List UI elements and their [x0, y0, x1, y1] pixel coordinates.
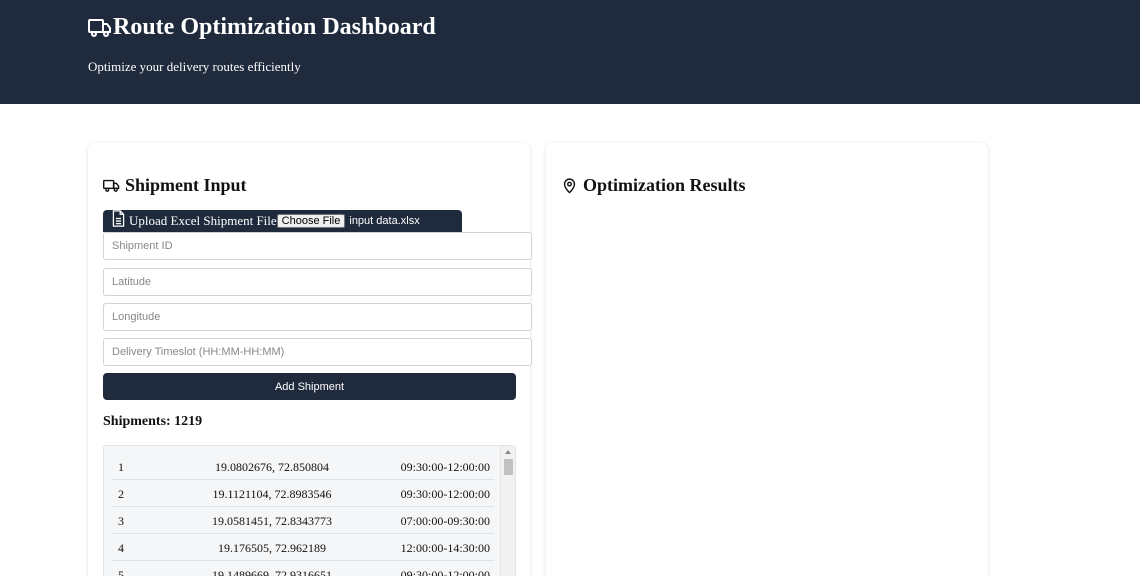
list-item: 2 19.1121104, 72.8983546 09:30:00-12:00:…: [112, 480, 494, 507]
shipment-coords: 19.1489669, 72.9316651: [212, 568, 332, 576]
shipment-id: 2: [118, 487, 124, 501]
choose-file-button[interactable]: Choose File: [276, 214, 346, 228]
map-pin-icon: [563, 178, 576, 194]
selected-file-name: input data.xlsx: [349, 215, 420, 227]
shipment-coords: 19.0802676, 72.850804: [215, 460, 329, 474]
optimization-results-title: Optimization Results: [583, 175, 746, 195]
page-title-text: Route Optimization Dashboard: [113, 14, 436, 40]
latitude-input[interactable]: Latitude: [103, 268, 532, 296]
longitude-input[interactable]: Longitude: [103, 303, 532, 331]
upload-label: Upload Excel Shipment File: [129, 213, 277, 228]
excel-upload[interactable]: Upload Excel Shipment File Choose File i…: [103, 209, 462, 232]
optimization-results-card: [546, 143, 988, 576]
shipment-input-heading: Shipment Input: [103, 175, 247, 196]
add-shipment-button[interactable]: Add Shipment: [103, 373, 516, 400]
shipments-count: Shipments: 1219: [103, 414, 203, 429]
scroll-thumb[interactable]: [504, 459, 513, 475]
list-item: 3 19.0581451, 72.8343773 07:00:00-09:30:…: [112, 507, 494, 534]
shipment-id: 1: [118, 460, 124, 474]
shipment-timeslot: 09:30:00-12:00:00: [400, 460, 490, 474]
shipment-input-title: Shipment Input: [125, 175, 247, 195]
spreadsheet-file-icon: [112, 209, 125, 227]
page-title: Route Optimization Dashboard: [88, 14, 436, 41]
shipment-timeslot: 07:00:00-09:30:00: [400, 514, 490, 528]
shipment-id-input[interactable]: Shipment ID: [103, 232, 532, 260]
shipment-id: 3: [118, 514, 124, 528]
optimization-results-heading: Optimization Results: [561, 175, 746, 196]
shipment-id: 5: [118, 568, 124, 576]
shipment-coords: 19.0581451, 72.8343773: [212, 514, 332, 528]
list-scrollbar[interactable]: [500, 446, 515, 576]
shipment-id: 4: [118, 541, 124, 555]
truck-icon: [103, 179, 120, 192]
list-item: 1 19.0802676, 72.850804 09:30:00-12:00:0…: [112, 453, 494, 480]
app-header: Route Optimization Dashboard Optimize yo…: [0, 0, 1140, 104]
scroll-up-arrow-icon[interactable]: [505, 450, 511, 454]
page-subtitle: Optimize your delivery routes efficientl…: [88, 59, 301, 74]
list-item: 4 19.176505, 72.962189 12:00:00-14:30:00: [112, 534, 494, 561]
list-item: 5 19.1489669, 72.9316651 09:30:00-12:00:…: [112, 561, 494, 576]
shipment-coords: 19.1121104, 72.8983546: [212, 487, 332, 501]
truck-icon: [88, 18, 111, 37]
shipments-list[interactable]: 1 19.0802676, 72.850804 09:30:00-12:00:0…: [103, 445, 516, 576]
shipment-timeslot: 12:00:00-14:30:00: [400, 541, 490, 555]
timeslot-input[interactable]: Delivery Timeslot (HH:MM-HH:MM): [103, 338, 532, 366]
shipment-timeslot: 09:30:00-12:00:00: [400, 487, 490, 501]
shipment-timeslot: 09:30:00-12:00:00: [400, 568, 490, 576]
shipment-coords: 19.176505, 72.962189: [218, 541, 326, 555]
